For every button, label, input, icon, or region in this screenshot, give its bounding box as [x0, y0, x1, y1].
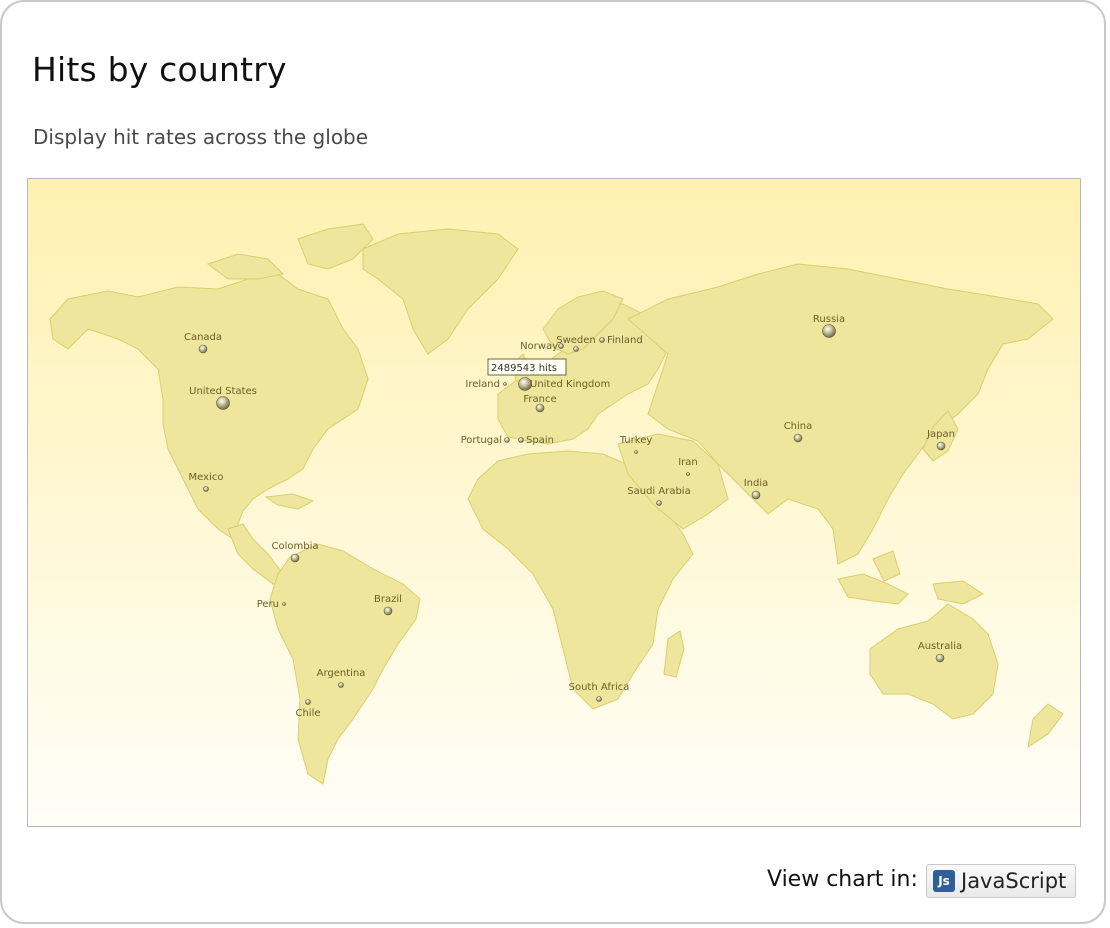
marker-saudi-arabia[interactable]	[656, 500, 662, 506]
marker-australia[interactable]	[935, 653, 945, 663]
marker-turkey[interactable]	[634, 450, 638, 454]
marker-label-canada: Canada	[184, 332, 222, 343]
marker-label-portugal: Portugal	[461, 435, 502, 446]
marker-label-saudi-arabia: Saudi Arabia	[627, 486, 690, 497]
page-subtitle: Display hit rates across the globe	[33, 125, 369, 149]
marker-label-norway: Norway	[520, 341, 558, 352]
marker-sweden[interactable]	[573, 346, 579, 352]
marker-india[interactable]	[751, 490, 761, 500]
marker-portugal[interactable]	[504, 437, 510, 443]
marker-china[interactable]	[793, 433, 803, 443]
marker-iran[interactable]	[686, 472, 690, 476]
javascript-button-label: JavaScript	[961, 869, 1067, 893]
marker-label-united-states: United States	[189, 386, 257, 397]
hover-tooltip: 2489543 hits	[487, 358, 567, 376]
marker-label-peru: Peru	[257, 599, 279, 610]
marker-colombia[interactable]	[290, 553, 300, 563]
tooltip-text: 2489543 hits	[491, 363, 557, 374]
marker-label-japan: Japan	[926, 429, 955, 440]
js-icon: Js	[933, 870, 955, 892]
marker-peru[interactable]	[282, 602, 286, 606]
marker-spain[interactable]	[518, 437, 524, 443]
marker-label-iran: Iran	[678, 457, 698, 468]
marker-label-spain: Spain	[526, 435, 554, 446]
marker-label-sweden: Sweden	[556, 335, 596, 346]
marker-france[interactable]	[535, 403, 545, 413]
marker-finland[interactable]	[599, 337, 605, 343]
world-map-svg: Canada United States Mexico Colombia Peru Bra…	[28, 179, 1080, 826]
marker-label-south-africa: South Africa	[569, 682, 630, 693]
view-chart-in-label: View chart in:	[767, 867, 918, 892]
marker-label-mexico: Mexico	[189, 472, 224, 483]
marker-label-united-kingdom: United Kingdom	[530, 379, 610, 390]
marker-chile[interactable]	[305, 699, 311, 705]
marker-label-france: France	[523, 394, 556, 405]
marker-ireland[interactable]	[503, 382, 507, 386]
marker-canada[interactable]	[198, 344, 208, 354]
marker-japan[interactable]	[936, 441, 946, 451]
marker-south-africa[interactable]	[596, 696, 602, 702]
marker-label-brazil: Brazil	[374, 594, 402, 605]
marker-label-ireland: Ireland	[465, 379, 500, 390]
marker-mexico[interactable]	[203, 486, 209, 492]
marker-russia[interactable]	[822, 324, 836, 338]
marker-argentina[interactable]	[338, 682, 344, 688]
marker-label-argentina: Argentina	[317, 668, 366, 679]
chart-card: Hits by country Display hit rates across…	[0, 0, 1106, 924]
marker-label-finland: Finland	[607, 335, 643, 346]
javascript-button[interactable]: Js JavaScript	[926, 864, 1076, 898]
marker-label-india: India	[744, 478, 769, 489]
world-map-chart[interactable]: Canada United States Mexico Colombia Peru Bra…	[27, 178, 1081, 827]
marker-united-states[interactable]	[216, 396, 230, 410]
marker-label-chile: Chile	[295, 708, 320, 719]
marker-brazil[interactable]	[383, 606, 393, 616]
page-title: Hits by country	[32, 50, 287, 89]
marker-label-china: China	[784, 421, 813, 432]
marker-label-turkey: Turkey	[619, 435, 653, 446]
marker-label-australia: Australia	[918, 641, 962, 652]
marker-label-colombia: Colombia	[272, 541, 319, 552]
marker-label-russia: Russia	[813, 314, 845, 325]
